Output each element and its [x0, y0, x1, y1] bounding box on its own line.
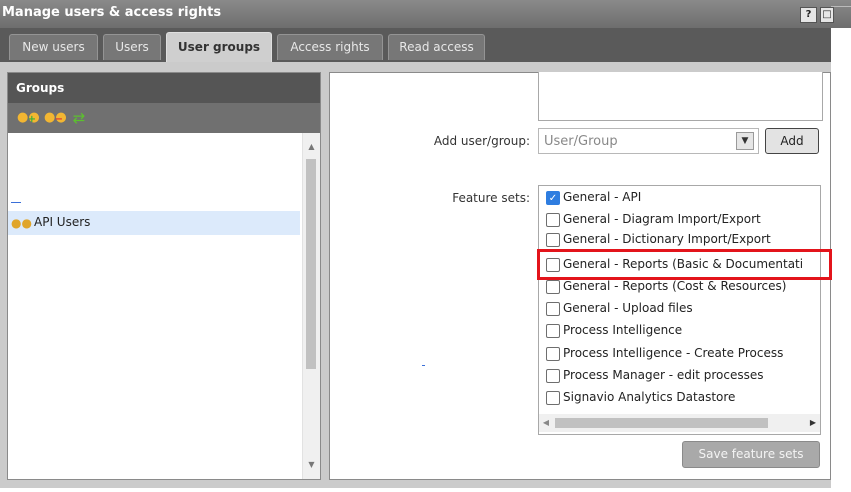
- tab-new-users[interactable]: New users: [9, 34, 98, 60]
- tab-label: Users: [115, 40, 149, 54]
- feature-set-label: General - API: [563, 190, 642, 204]
- remove-group-icon[interactable]: ●● −: [44, 109, 67, 127]
- add-group-icon[interactable]: ●● +: [17, 109, 40, 127]
- feature-set-label: General - Reports (Cost & Resources): [563, 279, 787, 293]
- tab-label: Access rights: [290, 40, 370, 54]
- feature-sets-hscrollbar[interactable]: ◀ ▶: [539, 414, 820, 432]
- feature-set-label: General - Upload files: [563, 301, 693, 315]
- checkbox[interactable]: [546, 213, 560, 227]
- checkbox[interactable]: [546, 302, 560, 316]
- group-item-api-users[interactable]: ●● API Users: [8, 211, 300, 235]
- feature-set-item[interactable]: Signavio Analytics Datastore: [546, 389, 820, 409]
- checkbox[interactable]: [546, 233, 560, 247]
- close-button[interactable]: □: [820, 7, 834, 23]
- feature-set-label: General - Dictionary Import/Export: [563, 232, 771, 246]
- feature-set-item[interactable]: General - Upload files: [546, 300, 820, 320]
- checkbox[interactable]: [546, 280, 560, 294]
- window-title: Manage users & access rights: [2, 5, 222, 20]
- tab-label: User groups: [177, 40, 261, 54]
- checkbox[interactable]: [546, 324, 560, 338]
- feature-set-label: Signavio Analytics Datastore: [563, 390, 736, 404]
- scroll-down-arrow-icon[interactable]: ▼: [303, 457, 320, 473]
- feature-set-item[interactable]: Process Intelligence - Create Process: [546, 345, 820, 365]
- divider: [422, 365, 425, 366]
- tab-users[interactable]: Users: [103, 34, 161, 60]
- help-button[interactable]: ?: [800, 7, 817, 23]
- group-list: ●● API Users: [8, 133, 302, 479]
- checkbox[interactable]: [546, 347, 560, 361]
- tab-label: Read access: [399, 40, 474, 54]
- highlight-annotation: [537, 249, 832, 280]
- divider: [11, 202, 21, 203]
- group-list-scrollbar[interactable]: ▲ ▼: [302, 133, 320, 479]
- feature-set-item[interactable]: ✓ General - API: [546, 189, 820, 209]
- tab-user-groups[interactable]: User groups: [166, 32, 272, 62]
- feature-set-label: Process Manager - edit processes: [563, 368, 764, 382]
- title-bar: Manage users & access rights ? □: [0, 0, 851, 28]
- tab-access-rights[interactable]: Access rights: [277, 34, 383, 60]
- groups-title: Groups: [16, 81, 65, 95]
- feature-set-label: Process Intelligence - Create Process: [563, 346, 784, 360]
- feature-set-label: General - Diagram Import/Export: [563, 212, 761, 226]
- feature-set-label: Process Intelligence: [563, 323, 683, 337]
- groups-header: Groups: [8, 73, 320, 103]
- save-feature-sets-button[interactable]: Save feature sets: [682, 441, 820, 468]
- chevron-down-icon[interactable]: ▼: [736, 132, 754, 150]
- tab-bar: New users Users User groups Access right…: [0, 28, 831, 62]
- scroll-left-arrow-icon[interactable]: ◀: [539, 414, 553, 432]
- user-group-combobox[interactable]: User/Group ▼: [538, 128, 759, 154]
- add-button[interactable]: Add: [765, 128, 819, 154]
- checkbox[interactable]: [546, 369, 560, 383]
- add-user-group-label: Add user/group:: [433, 134, 530, 148]
- tab-label: New users: [22, 40, 85, 54]
- feature-sets-list: ✓ General - API General - Diagram Import…: [538, 185, 821, 435]
- divider: [831, 6, 851, 7]
- groups-toolbar: ●● + ●● − ⇄: [8, 103, 320, 133]
- scroll-right-arrow-icon[interactable]: ▶: [806, 414, 820, 432]
- feature-sets-label: Feature sets:: [452, 191, 530, 205]
- user-group-input[interactable]: User/Group: [544, 134, 618, 149]
- members-list[interactable]: [538, 72, 823, 121]
- scroll-thumb[interactable]: [555, 418, 768, 428]
- checkbox[interactable]: [546, 391, 560, 405]
- group-item-label: API Users: [34, 215, 91, 229]
- user-group-icon: ●●: [11, 216, 32, 230]
- groups-panel: Groups ●● + ●● − ⇄ ●● API Users ▲ ▼: [7, 72, 321, 480]
- tab-read-access[interactable]: Read access: [388, 34, 485, 60]
- feature-set-item[interactable]: Process Intelligence: [546, 322, 820, 342]
- checkbox-checked[interactable]: ✓: [546, 191, 560, 205]
- feature-set-item[interactable]: General - Diagram Import/Export: [546, 211, 820, 231]
- feature-set-item[interactable]: Process Manager - edit processes: [546, 367, 820, 387]
- refresh-icon[interactable]: ⇄: [70, 109, 88, 127]
- scroll-up-arrow-icon[interactable]: ▲: [303, 139, 320, 155]
- feature-set-item[interactable]: General - Reports (Cost & Resources): [546, 278, 820, 298]
- scroll-thumb[interactable]: [306, 159, 316, 369]
- feature-set-item[interactable]: General - Dictionary Import/Export: [546, 231, 820, 251]
